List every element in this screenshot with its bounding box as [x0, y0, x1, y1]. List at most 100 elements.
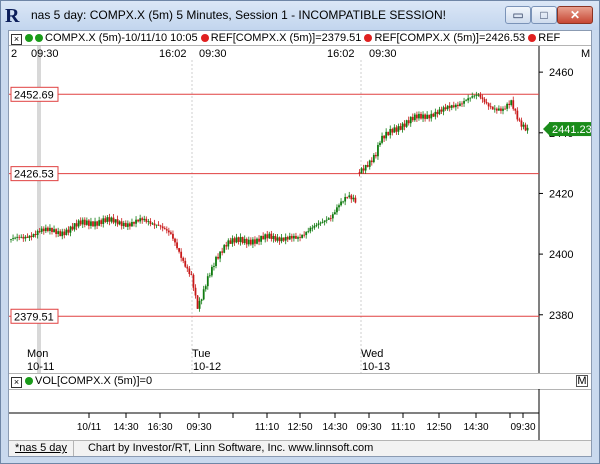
candle-body: [526, 127, 529, 131]
candle-body: [217, 256, 219, 259]
candle-body: [450, 105, 453, 108]
candle-body: [370, 160, 373, 163]
close-pane-icon[interactable]: ×: [11, 377, 22, 388]
close-button[interactable]: ✕: [557, 6, 593, 24]
ref-legend-2[interactable]: REF[COMPX.X (5m)]=2426.53: [374, 32, 525, 44]
candle-body: [55, 229, 57, 234]
candle-body: [42, 228, 45, 232]
candle-body: [270, 233, 273, 239]
candle-body: [131, 222, 133, 227]
price-chart[interactable]: 2 09:30 16:02 09:30 16:02 09:30 MMon10-11Tue10…: [9, 46, 591, 373]
time-header-label: 09:30: [31, 48, 59, 60]
series-color-icon[interactable]: [35, 34, 43, 42]
ref-label[interactable]: 2379.51: [10, 308, 59, 324]
candle-body: [133, 222, 135, 224]
candle-body: [297, 237, 299, 239]
candle-body: [377, 145, 379, 157]
volume-color-icon[interactable]: [25, 377, 33, 385]
ref-color-icon[interactable]: [364, 34, 373, 42]
candle-body: [223, 245, 226, 253]
ref-legend-1[interactable]: REF[COMPX.X (5m)]=2379.51: [211, 32, 362, 44]
candle-body: [44, 227, 47, 232]
candle-body: [221, 251, 224, 253]
candle-body: [397, 126, 400, 132]
svg-text:2426.53: 2426.53: [14, 169, 54, 181]
chart-client-area: × COMPX.X (5m)-10/11/10 10:05 REF[COMPX.X…: [8, 30, 592, 457]
status-footer: *nas 5 day Chart by Investor/RT, Linn Sof…: [9, 440, 591, 456]
series-legend[interactable]: COMPX.X (5m)-10/11/10 10:05: [45, 32, 198, 44]
candle-body: [372, 154, 375, 163]
candle-body: [83, 219, 86, 225]
maximize-pane-button: M: [581, 48, 590, 60]
candle-body: [500, 108, 502, 111]
x-tick-label: 11:10: [391, 422, 416, 433]
candle-body: [266, 234, 269, 239]
maximize-pane-button[interactable]: M: [576, 375, 588, 387]
candle-body: [81, 219, 84, 225]
candle-body: [442, 107, 445, 112]
candle-body: [471, 96, 474, 98]
candle-body: [512, 100, 515, 109]
candle-body: [383, 135, 385, 139]
title-bar[interactable]: R nas 5 day: COMPX.X (5m) 5 Minutes, Ses…: [1, 1, 599, 30]
candle-body: [75, 223, 78, 227]
volume-legend-bar: × VOL[COMPX.X (5m)]=0 M: [9, 373, 591, 390]
candle-body: [200, 299, 203, 301]
ref-color-icon[interactable]: [200, 34, 209, 42]
candle-body: [32, 234, 35, 237]
candle-body: [434, 111, 437, 117]
time-header-label: 2: [11, 48, 17, 60]
chart-page-tab[interactable]: *nas 5 day: [9, 441, 74, 456]
ref-legend-3[interactable]: REF: [538, 32, 560, 44]
candle-body: [305, 231, 308, 236]
candle-body: [461, 103, 463, 105]
time-header-label: 16:02: [159, 48, 187, 60]
candle-body: [514, 108, 517, 111]
candle-body: [459, 103, 461, 107]
candle-body: [405, 120, 408, 127]
candle-body: [126, 223, 129, 227]
minimize-button[interactable]: ▭: [505, 6, 531, 24]
candle-body: [213, 266, 215, 267]
time-header-label: 09:30: [199, 48, 227, 60]
app-logo-icon[interactable]: R: [5, 6, 25, 26]
candle-body: [379, 142, 381, 146]
volume-pane[interactable]: 10/11 14:30 16:30 09:30 11:10 12:50 14:30 09:30…: [9, 389, 591, 440]
candle-body: [124, 222, 127, 227]
candle-body: [192, 274, 195, 288]
window-title: nas 5 day: COMPX.X (5m) 5 Minutes, Sessi…: [31, 8, 447, 22]
candle-body: [186, 266, 189, 269]
candle-body: [344, 197, 347, 202]
candle-body: [94, 221, 96, 227]
series-color-icon[interactable]: [25, 34, 33, 42]
candle-body: [276, 237, 279, 241]
candle-body: [198, 300, 201, 309]
candle-body: [313, 225, 316, 228]
candle-body: [274, 235, 277, 241]
volume-legend[interactable]: VOL[COMPX.X (5m)]=0: [35, 375, 152, 387]
ref-color-icon[interactable]: [528, 34, 537, 42]
candle-body: [348, 195, 351, 198]
candle-body: [100, 220, 103, 224]
candle-body: [426, 114, 429, 119]
candle-body: [59, 231, 62, 237]
candle-body: [524, 124, 527, 131]
candle-body: [114, 219, 117, 223]
candle-body: [247, 239, 250, 245]
ref-label[interactable]: 2426.53: [10, 166, 59, 182]
maximize-button[interactable]: □: [531, 6, 557, 24]
candle-body: [18, 236, 21, 238]
candle-body: [26, 236, 29, 238]
day-date-label: 10-11: [27, 361, 54, 373]
close-pane-icon[interactable]: ×: [11, 34, 22, 45]
candle-body: [110, 217, 113, 222]
candle-body: [260, 235, 262, 242]
ref-label[interactable]: 2452.69: [10, 86, 59, 102]
candle-body: [516, 110, 519, 120]
candle-body: [430, 113, 433, 119]
candle-body: [469, 97, 472, 99]
candle-body: [106, 217, 109, 222]
candle-body: [321, 222, 324, 223]
candle-body: [307, 231, 310, 233]
candle-body: [381, 135, 383, 143]
